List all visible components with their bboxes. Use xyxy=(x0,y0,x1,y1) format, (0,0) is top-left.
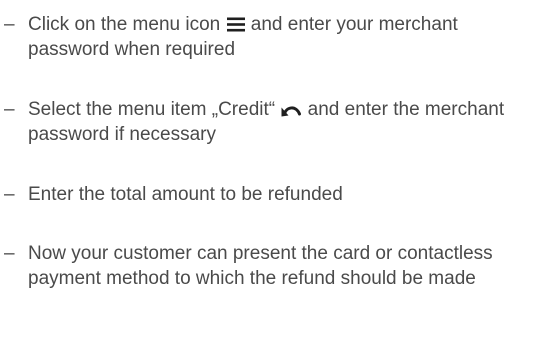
list-bullet: – xyxy=(4,99,15,120)
step-text: Enter the total amount to be refunded xyxy=(28,184,343,205)
step-text-part: Click on the menu icon xyxy=(28,14,226,35)
list-item: – Enter the total amount to be refunded xyxy=(4,182,534,207)
list-bullet: – xyxy=(4,243,15,264)
list-item: – Now your customer can present the card… xyxy=(4,241,534,291)
list-item: – Select the menu item „Credit“ and ente… xyxy=(4,97,534,147)
list-bullet: – xyxy=(4,184,15,205)
step-text: Select the menu item „Credit“ and enter … xyxy=(28,97,534,147)
menu-icon xyxy=(226,16,246,33)
instruction-list: – Click on the menu icon and enter your … xyxy=(0,0,539,338)
list-bullet: – xyxy=(4,14,15,35)
return-arrow-icon xyxy=(280,101,302,118)
list-item: – Click on the menu icon and enter your … xyxy=(4,12,534,62)
step-text-part: Select the menu item „Credit“ xyxy=(28,99,281,120)
step-text: Click on the menu icon and enter your me… xyxy=(28,12,534,62)
step-text: Now your customer can present the card o… xyxy=(28,243,493,289)
